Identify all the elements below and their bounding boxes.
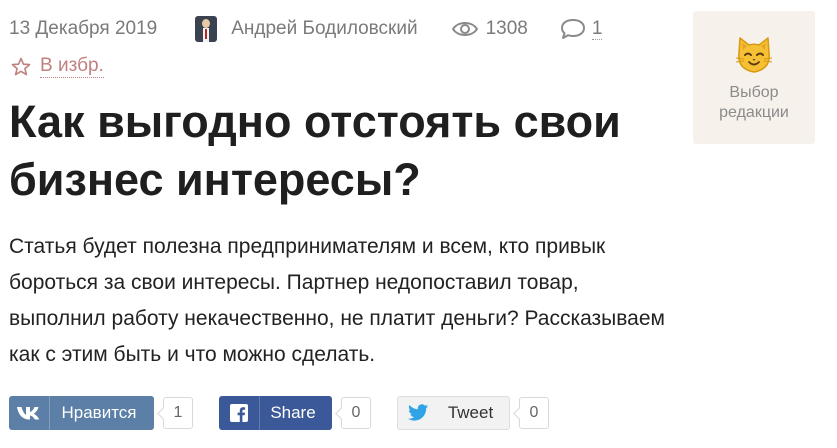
views-count: 1308 [485,18,528,39]
article-meta: 13 Декабря 2019 Андрей Бодиловский 1308 … [9,14,603,44]
eye-icon [451,22,478,36]
star-icon [11,57,31,75]
twitter-tweet-label: Tweet [447,403,494,422]
editors-choice-label: Выбор редакции [719,84,789,121]
author-name[interactable]: Андрей Бодиловский [231,18,417,40]
publish-date: 13 Декабря 2019 [9,18,158,39]
facebook-icon [219,396,260,430]
article-title: Как выгодно отстоять свои бизнес интерес… [9,96,621,205]
vk-like-button[interactable]: Нравится [9,396,154,430]
twitter-tweet-button[interactable]: Tweet [397,396,510,430]
cat-face-icon [735,37,773,73]
article-lead: Статья будет полезна предпринимателям и … [9,235,665,366]
facebook-share-button[interactable]: Share [219,396,332,430]
comment-icon[interactable] [560,18,586,40]
share-buttons: Нравится 1 Share 0 Tweet 0 [9,396,575,430]
facebook-share-label: Share [270,403,316,422]
vk-like-count: 1 [163,397,193,429]
twitter-tweet-count: 0 [519,397,549,429]
favorites-label[interactable]: В избр. [40,55,104,78]
editors-choice-badge: Выбор редакции [693,11,815,144]
author-avatar[interactable] [195,16,218,42]
vk-icon [9,396,50,430]
vk-like-label: Нравится [61,403,137,422]
comments-count[interactable]: 1 [591,18,603,40]
add-to-favorites[interactable]: В избр. [11,55,104,78]
twitter-icon [398,404,438,422]
facebook-share-count: 0 [341,397,371,429]
